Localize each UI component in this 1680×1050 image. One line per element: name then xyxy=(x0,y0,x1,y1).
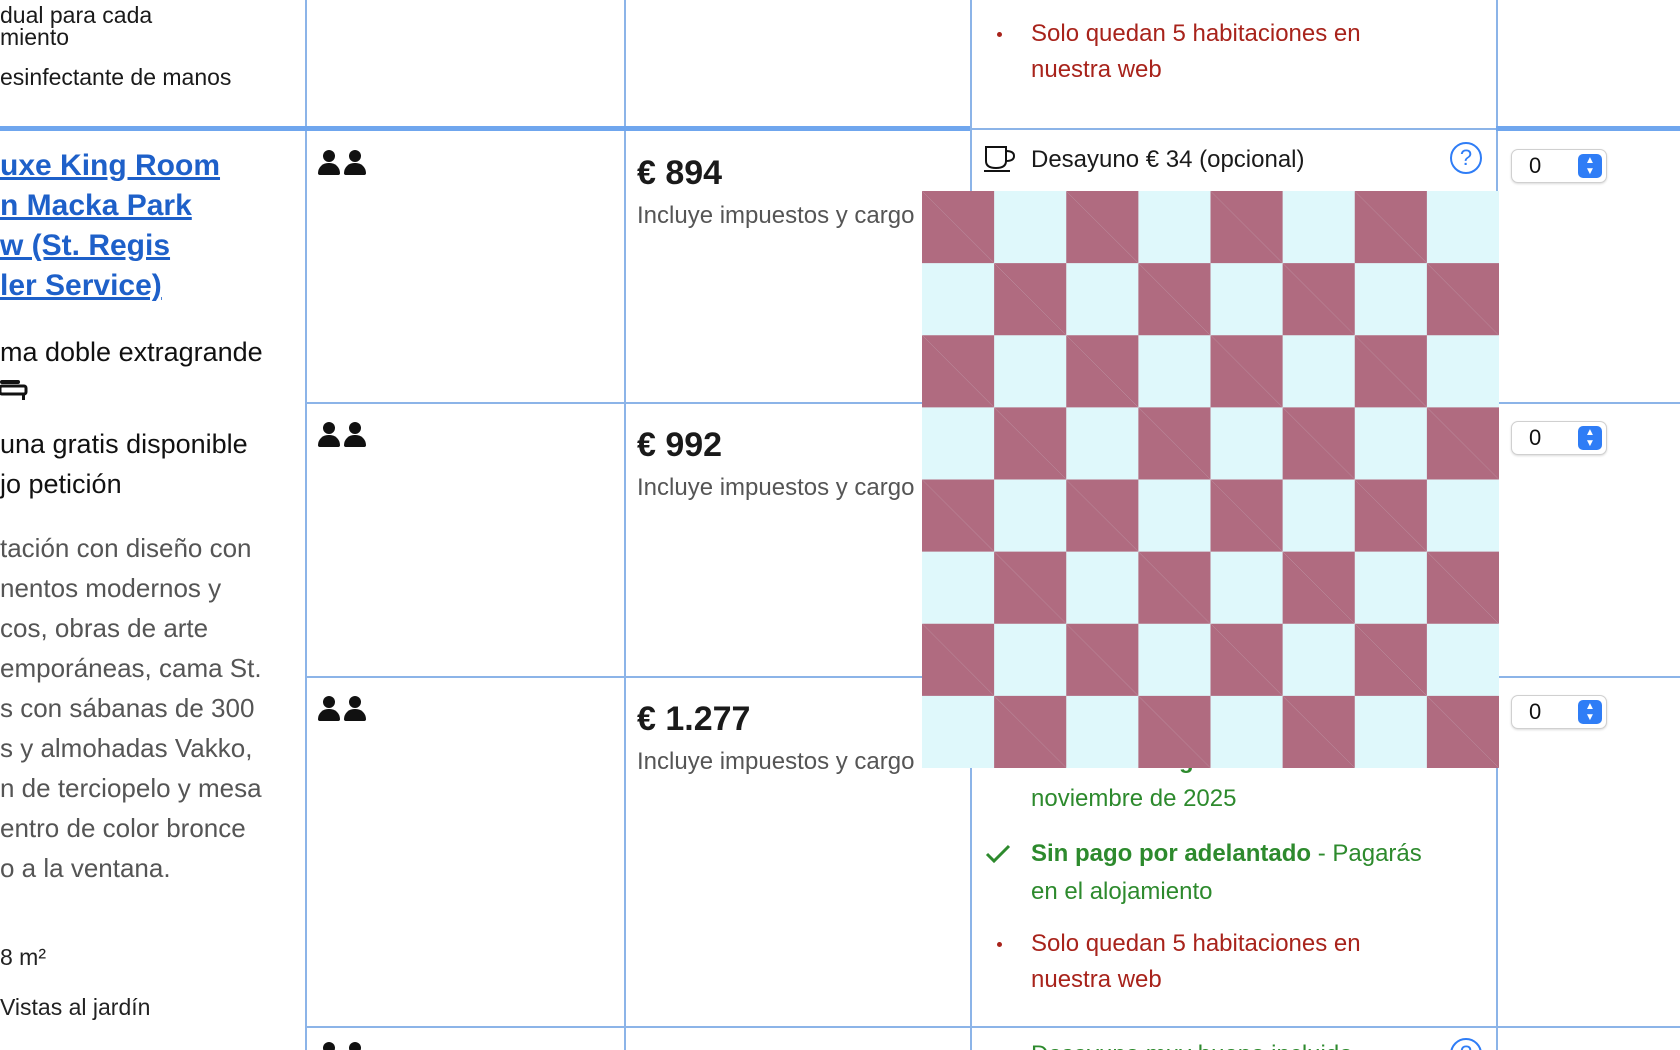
room-quantity-select[interactable]: 0 ▲ ▼ xyxy=(1511,421,1607,455)
breakfast-option: Desayuno € 34 (opcional) xyxy=(1031,146,1305,173)
stepper-arrows-icon: ▲ ▼ xyxy=(1578,426,1602,450)
row-divider xyxy=(305,1026,1680,1028)
crib-info: una gratis disponible jo petición xyxy=(0,429,248,499)
help-icon[interactable]: ? xyxy=(1450,142,1482,174)
scarcity-notice: Solo quedan 5 habitaciones en nuestra we… xyxy=(1031,20,1361,83)
room-view: Vistas al jardín xyxy=(0,994,151,1020)
price: € 992 xyxy=(637,426,723,464)
two-people-icon xyxy=(318,150,366,176)
column-divider xyxy=(624,0,626,1050)
bed-icon xyxy=(0,374,28,402)
breakfast-included: Desayuno muy bueno incluido xyxy=(1031,1036,1353,1050)
tax-note: Incluye impuestos y cargo xyxy=(637,474,915,501)
price: € 1.277 xyxy=(637,700,751,738)
amenity-item: esinfectante de manos xyxy=(0,64,232,90)
room-divider xyxy=(0,126,970,131)
two-people-icon xyxy=(318,1042,366,1050)
price: € 894 xyxy=(637,154,723,192)
checkerboard-overlay xyxy=(922,191,1499,768)
column-divider xyxy=(305,0,307,1050)
tax-note: Incluye impuestos y cargo xyxy=(637,202,915,229)
stepper-arrows-icon: ▲ ▼ xyxy=(1578,154,1602,178)
stepper-arrows-icon: ▲ ▼ xyxy=(1578,700,1602,724)
room-quantity-select[interactable]: 0 ▲ ▼ xyxy=(1511,149,1607,183)
room-divider xyxy=(1496,126,1680,131)
scarcity-bullet xyxy=(997,942,1002,947)
tax-note: Incluye impuestos y cargo xyxy=(637,748,915,775)
room-size: 8 m² xyxy=(0,944,46,970)
two-people-icon xyxy=(318,696,366,722)
scarcity-notice: Solo quedan 5 habitaciones en nuestra we… xyxy=(1031,930,1361,993)
room-quantity-select[interactable]: 0 ▲ ▼ xyxy=(1511,695,1607,729)
bed-type: ma doble extragrande xyxy=(0,337,263,367)
row-divider xyxy=(970,128,1496,130)
room-title-link[interactable]: uxe King Room n Macka Park w (St. Regis … xyxy=(0,146,220,306)
check-icon xyxy=(985,843,1011,865)
two-people-icon xyxy=(318,422,366,448)
scarcity-bullet xyxy=(997,32,1002,37)
coffee-cup-icon xyxy=(983,144,1017,172)
room-description: tación con diseño con nentos modernos y … xyxy=(0,533,262,883)
amenity-item: dual para cada miento xyxy=(0,2,153,50)
help-icon[interactable]: ? xyxy=(1450,1038,1482,1050)
no-prepayment: Sin pago por adelantado - Pagarás en el … xyxy=(1031,840,1422,905)
